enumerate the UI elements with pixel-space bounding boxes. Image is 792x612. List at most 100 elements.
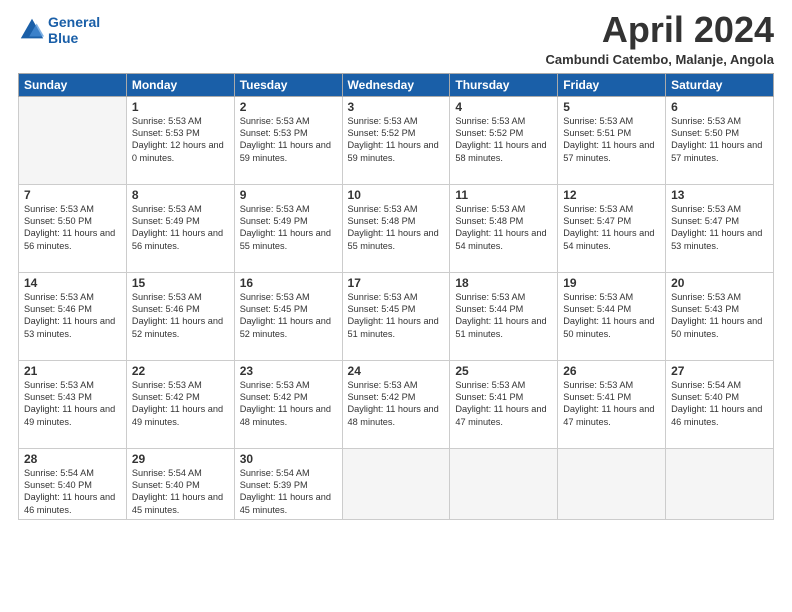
logo-icon bbox=[18, 16, 46, 44]
col-friday: Friday bbox=[558, 73, 666, 96]
table-row bbox=[666, 448, 774, 520]
table-row: 5Sunrise: 5:53 AM Sunset: 5:51 PM Daylig… bbox=[558, 96, 666, 184]
col-monday: Monday bbox=[126, 73, 234, 96]
day-number: 6 bbox=[671, 100, 768, 114]
day-number: 17 bbox=[348, 276, 445, 290]
day-info: Sunrise: 5:53 AM Sunset: 5:42 PM Dayligh… bbox=[240, 379, 337, 429]
title-block: April 2024 Cambundi Catembo, Malanje, An… bbox=[546, 10, 774, 67]
table-row: 21Sunrise: 5:53 AM Sunset: 5:43 PM Dayli… bbox=[19, 360, 127, 448]
table-row: 30Sunrise: 5:54 AM Sunset: 5:39 PM Dayli… bbox=[234, 448, 342, 520]
day-number: 4 bbox=[455, 100, 552, 114]
day-info: Sunrise: 5:54 AM Sunset: 5:40 PM Dayligh… bbox=[132, 467, 229, 517]
day-number: 18 bbox=[455, 276, 552, 290]
table-row: 12Sunrise: 5:53 AM Sunset: 5:47 PM Dayli… bbox=[558, 184, 666, 272]
day-number: 11 bbox=[455, 188, 552, 202]
day-number: 28 bbox=[24, 452, 121, 466]
col-saturday: Saturday bbox=[666, 73, 774, 96]
day-number: 19 bbox=[563, 276, 660, 290]
table-row: 27Sunrise: 5:54 AM Sunset: 5:40 PM Dayli… bbox=[666, 360, 774, 448]
header: General Blue April 2024 Cambundi Catembo… bbox=[18, 10, 774, 67]
day-info: Sunrise: 5:54 AM Sunset: 5:40 PM Dayligh… bbox=[671, 379, 768, 429]
day-number: 5 bbox=[563, 100, 660, 114]
table-row bbox=[558, 448, 666, 520]
day-number: 30 bbox=[240, 452, 337, 466]
day-number: 1 bbox=[132, 100, 229, 114]
day-number: 8 bbox=[132, 188, 229, 202]
day-number: 15 bbox=[132, 276, 229, 290]
calendar-body: 1Sunrise: 5:53 AM Sunset: 5:53 PM Daylig… bbox=[19, 96, 774, 520]
day-info: Sunrise: 5:53 AM Sunset: 5:50 PM Dayligh… bbox=[24, 203, 121, 253]
day-info: Sunrise: 5:53 AM Sunset: 5:43 PM Dayligh… bbox=[671, 291, 768, 341]
table-row: 29Sunrise: 5:54 AM Sunset: 5:40 PM Dayli… bbox=[126, 448, 234, 520]
day-info: Sunrise: 5:53 AM Sunset: 5:53 PM Dayligh… bbox=[132, 115, 229, 165]
table-row: 11Sunrise: 5:53 AM Sunset: 5:48 PM Dayli… bbox=[450, 184, 558, 272]
day-info: Sunrise: 5:53 AM Sunset: 5:42 PM Dayligh… bbox=[132, 379, 229, 429]
day-number: 26 bbox=[563, 364, 660, 378]
table-row: 16Sunrise: 5:53 AM Sunset: 5:45 PM Dayli… bbox=[234, 272, 342, 360]
table-row: 23Sunrise: 5:53 AM Sunset: 5:42 PM Dayli… bbox=[234, 360, 342, 448]
day-number: 21 bbox=[24, 364, 121, 378]
day-number: 20 bbox=[671, 276, 768, 290]
table-row: 4Sunrise: 5:53 AM Sunset: 5:52 PM Daylig… bbox=[450, 96, 558, 184]
table-row: 2Sunrise: 5:53 AM Sunset: 5:53 PM Daylig… bbox=[234, 96, 342, 184]
day-number: 23 bbox=[240, 364, 337, 378]
day-info: Sunrise: 5:53 AM Sunset: 5:51 PM Dayligh… bbox=[563, 115, 660, 165]
day-info: Sunrise: 5:53 AM Sunset: 5:47 PM Dayligh… bbox=[671, 203, 768, 253]
col-wednesday: Wednesday bbox=[342, 73, 450, 96]
table-row bbox=[342, 448, 450, 520]
day-info: Sunrise: 5:53 AM Sunset: 5:46 PM Dayligh… bbox=[132, 291, 229, 341]
day-info: Sunrise: 5:53 AM Sunset: 5:50 PM Dayligh… bbox=[671, 115, 768, 165]
table-row: 17Sunrise: 5:53 AM Sunset: 5:45 PM Dayli… bbox=[342, 272, 450, 360]
table-row: 1Sunrise: 5:53 AM Sunset: 5:53 PM Daylig… bbox=[126, 96, 234, 184]
table-row: 20Sunrise: 5:53 AM Sunset: 5:43 PM Dayli… bbox=[666, 272, 774, 360]
day-info: Sunrise: 5:53 AM Sunset: 5:45 PM Dayligh… bbox=[240, 291, 337, 341]
table-row: 14Sunrise: 5:53 AM Sunset: 5:46 PM Dayli… bbox=[19, 272, 127, 360]
day-info: Sunrise: 5:53 AM Sunset: 5:47 PM Dayligh… bbox=[563, 203, 660, 253]
day-info: Sunrise: 5:53 AM Sunset: 5:41 PM Dayligh… bbox=[563, 379, 660, 429]
day-info: Sunrise: 5:53 AM Sunset: 5:52 PM Dayligh… bbox=[455, 115, 552, 165]
day-info: Sunrise: 5:53 AM Sunset: 5:45 PM Dayligh… bbox=[348, 291, 445, 341]
day-number: 25 bbox=[455, 364, 552, 378]
table-row bbox=[19, 96, 127, 184]
day-info: Sunrise: 5:53 AM Sunset: 5:53 PM Dayligh… bbox=[240, 115, 337, 165]
table-row: 28Sunrise: 5:54 AM Sunset: 5:40 PM Dayli… bbox=[19, 448, 127, 520]
logo-text: General Blue bbox=[48, 14, 100, 46]
day-number: 22 bbox=[132, 364, 229, 378]
month-title: April 2024 bbox=[546, 10, 774, 50]
table-row: 6Sunrise: 5:53 AM Sunset: 5:50 PM Daylig… bbox=[666, 96, 774, 184]
day-info: Sunrise: 5:53 AM Sunset: 5:43 PM Dayligh… bbox=[24, 379, 121, 429]
col-tuesday: Tuesday bbox=[234, 73, 342, 96]
table-row: 13Sunrise: 5:53 AM Sunset: 5:47 PM Dayli… bbox=[666, 184, 774, 272]
day-number: 10 bbox=[348, 188, 445, 202]
day-number: 24 bbox=[348, 364, 445, 378]
table-row: 25Sunrise: 5:53 AM Sunset: 5:41 PM Dayli… bbox=[450, 360, 558, 448]
day-info: Sunrise: 5:53 AM Sunset: 5:44 PM Dayligh… bbox=[563, 291, 660, 341]
day-info: Sunrise: 5:53 AM Sunset: 5:41 PM Dayligh… bbox=[455, 379, 552, 429]
day-info: Sunrise: 5:53 AM Sunset: 5:49 PM Dayligh… bbox=[240, 203, 337, 253]
day-info: Sunrise: 5:53 AM Sunset: 5:48 PM Dayligh… bbox=[455, 203, 552, 253]
calendar-table: Sunday Monday Tuesday Wednesday Thursday… bbox=[18, 73, 774, 521]
table-row bbox=[450, 448, 558, 520]
day-info: Sunrise: 5:53 AM Sunset: 5:46 PM Dayligh… bbox=[24, 291, 121, 341]
table-row: 7Sunrise: 5:53 AM Sunset: 5:50 PM Daylig… bbox=[19, 184, 127, 272]
day-info: Sunrise: 5:53 AM Sunset: 5:52 PM Dayligh… bbox=[348, 115, 445, 165]
day-number: 9 bbox=[240, 188, 337, 202]
day-number: 7 bbox=[24, 188, 121, 202]
day-number: 14 bbox=[24, 276, 121, 290]
day-number: 16 bbox=[240, 276, 337, 290]
day-number: 29 bbox=[132, 452, 229, 466]
logo: General Blue bbox=[18, 14, 100, 46]
col-sunday: Sunday bbox=[19, 73, 127, 96]
day-info: Sunrise: 5:53 AM Sunset: 5:48 PM Dayligh… bbox=[348, 203, 445, 253]
day-number: 2 bbox=[240, 100, 337, 114]
table-row: 15Sunrise: 5:53 AM Sunset: 5:46 PM Dayli… bbox=[126, 272, 234, 360]
table-row: 24Sunrise: 5:53 AM Sunset: 5:42 PM Dayli… bbox=[342, 360, 450, 448]
day-number: 27 bbox=[671, 364, 768, 378]
day-info: Sunrise: 5:53 AM Sunset: 5:49 PM Dayligh… bbox=[132, 203, 229, 253]
table-row: 9Sunrise: 5:53 AM Sunset: 5:49 PM Daylig… bbox=[234, 184, 342, 272]
calendar-header: Sunday Monday Tuesday Wednesday Thursday… bbox=[19, 73, 774, 96]
day-info: Sunrise: 5:53 AM Sunset: 5:44 PM Dayligh… bbox=[455, 291, 552, 341]
day-number: 3 bbox=[348, 100, 445, 114]
table-row: 26Sunrise: 5:53 AM Sunset: 5:41 PM Dayli… bbox=[558, 360, 666, 448]
table-row: 22Sunrise: 5:53 AM Sunset: 5:42 PM Dayli… bbox=[126, 360, 234, 448]
